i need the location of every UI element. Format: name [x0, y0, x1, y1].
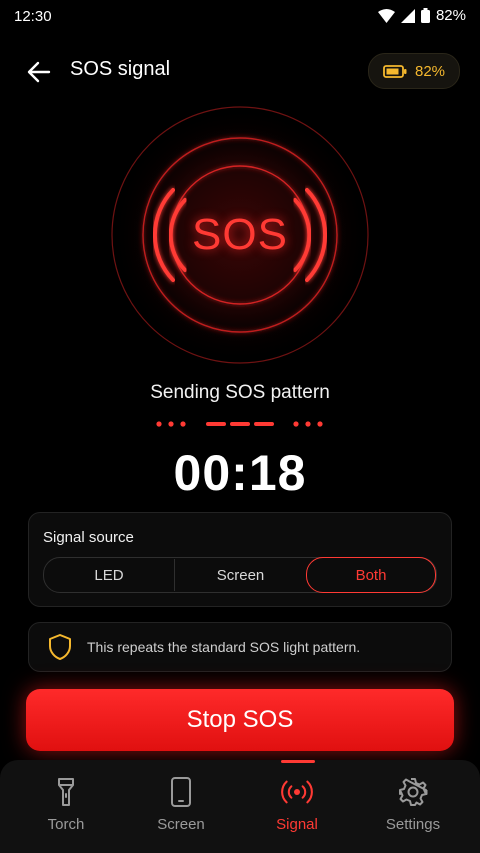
signal-source-selector: LED Screen Both — [43, 557, 437, 593]
signal-source-card: Signal source LED Screen Both — [28, 512, 452, 607]
battery-chip-value: 82% — [414, 62, 446, 80]
source-option-led[interactable]: LED — [44, 558, 174, 592]
app-header: SOS signal 82% — [0, 48, 480, 94]
phone-icon — [165, 776, 197, 808]
page-title: SOS signal — [70, 58, 171, 80]
nav-item-torch[interactable]: Torch — [6, 760, 126, 853]
sos-label: SOS — [192, 210, 288, 259]
nav-item-signal[interactable]: Signal — [237, 760, 357, 853]
signal-source-label: Signal source — [43, 529, 134, 546]
status-bar: 12:30 82% — [0, 0, 480, 34]
torch-icon — [50, 776, 82, 808]
status-time: 12:30 — [14, 8, 52, 25]
morse-pattern-indicator — [156, 421, 323, 427]
nav-label-signal: Signal — [276, 816, 318, 833]
status-battery-percent: 82% — [435, 7, 466, 24]
nav-item-settings[interactable]: Settings — [353, 760, 473, 853]
info-note-text: This repeats the standard SOS light patt… — [87, 639, 361, 655]
battery-icon — [420, 8, 430, 23]
source-option-both[interactable]: Both — [306, 557, 436, 593]
back-button[interactable] — [24, 57, 54, 87]
source-option-screen[interactable]: Screen — [175, 558, 306, 592]
status-icons: 82% — [377, 7, 466, 24]
sos-emblem[interactable]: SOS — [110, 105, 370, 365]
signal-icon — [281, 776, 313, 808]
nav-label-screen: Screen — [157, 816, 205, 833]
wifi-icon — [377, 8, 395, 23]
shield-icon — [49, 634, 71, 660]
stop-sos-button[interactable]: Stop SOS — [26, 689, 454, 751]
bottom-nav: Torch Screen Signal Settings — [0, 760, 480, 853]
nav-item-screen[interactable]: Screen — [121, 760, 241, 853]
battery-level-icon — [383, 64, 407, 78]
arrow-left-icon — [27, 61, 51, 83]
nav-label-settings: Settings — [385, 816, 441, 833]
elapsed-timer: 00:18 — [173, 445, 307, 501]
info-note: This repeats the standard SOS light patt… — [28, 622, 452, 672]
battery-chip: 82% — [368, 53, 460, 89]
nav-label-torch: Torch — [47, 816, 85, 833]
sending-status: Sending SOS pattern — [150, 382, 330, 403]
cell-signal-icon — [400, 8, 415, 23]
gear-icon — [397, 776, 429, 808]
